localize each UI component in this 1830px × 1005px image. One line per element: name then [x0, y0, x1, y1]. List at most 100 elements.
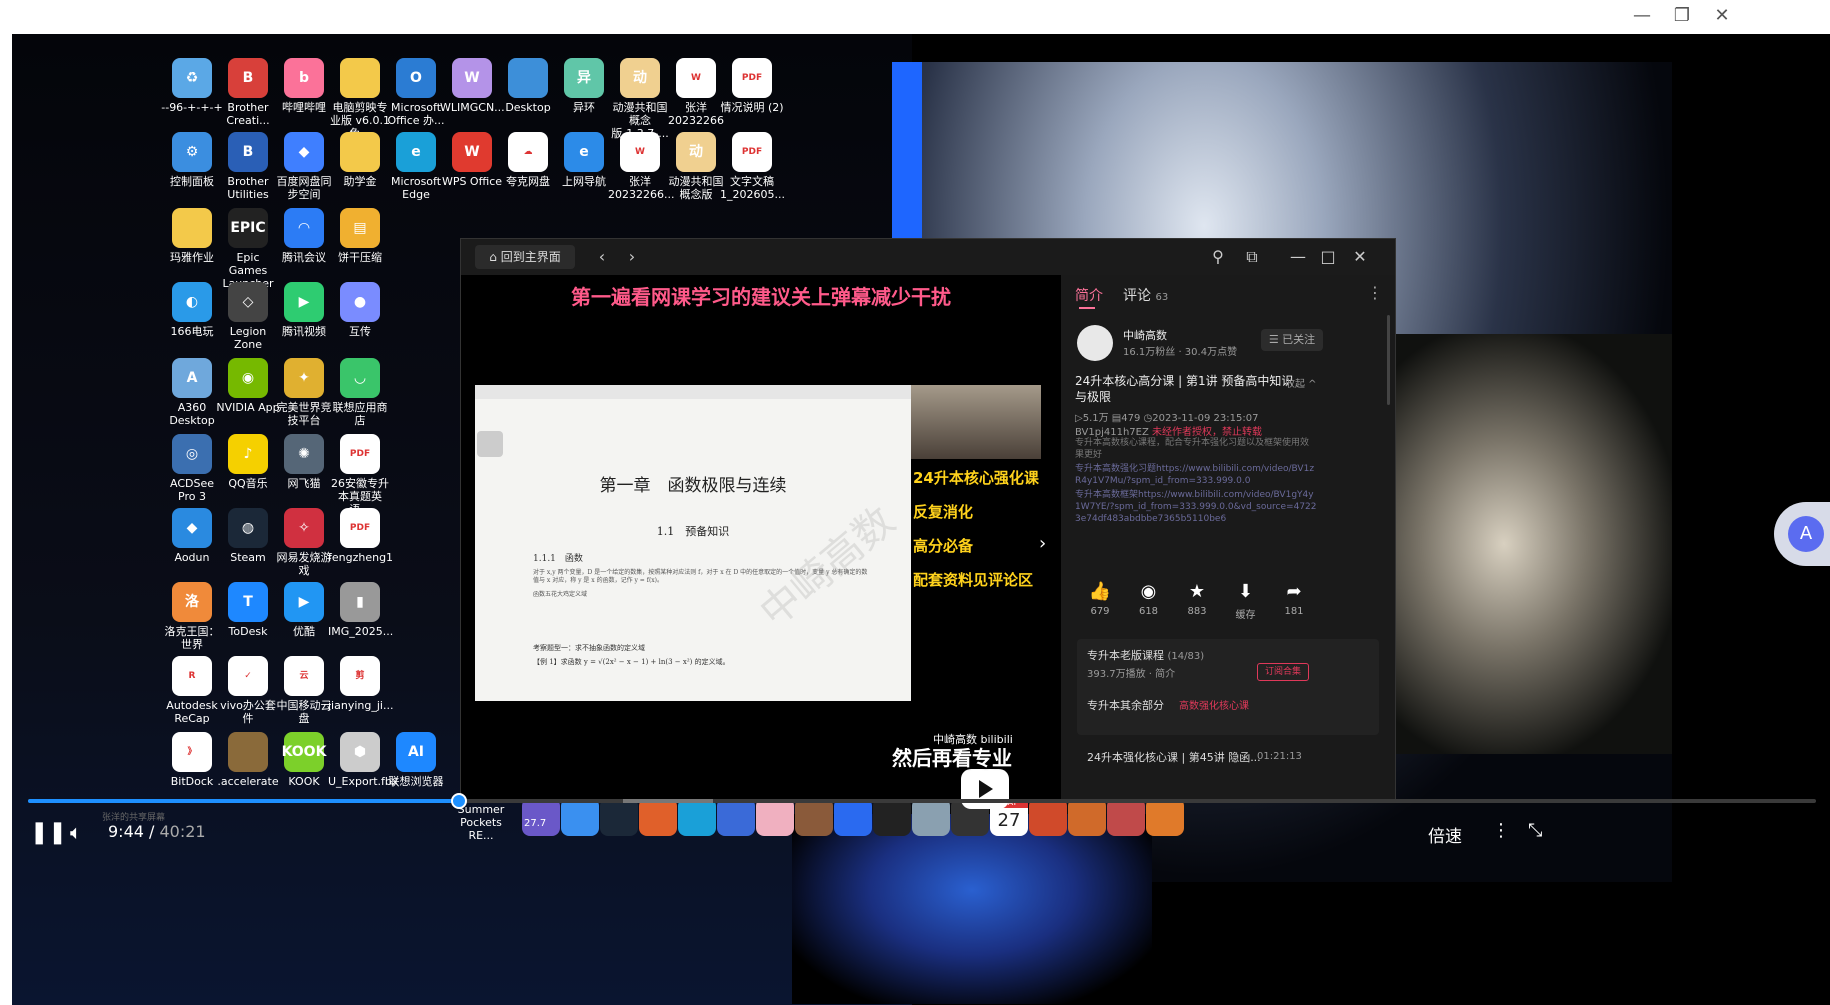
uploader-avatar[interactable]	[1077, 325, 1113, 361]
desktop-icon[interactable]: ◐ 166电玩	[160, 282, 224, 338]
desktop-icon[interactable]: PDF 文字文稿 1_202605...	[720, 132, 785, 201]
minimize-button[interactable]: —	[1622, 2, 1662, 30]
bilibili-window[interactable]: ⌂ 回到主界面 ‹ › ⚲ ⧉ — □ ✕ 第一遍看网课学习的建议关上弹幕减少干…	[460, 238, 1396, 809]
slide-side-button[interactable]	[477, 431, 503, 457]
other-link[interactable]: 高数强化核心课	[1179, 697, 1249, 712]
desktop-icon[interactable]: B Brother Creati...	[216, 58, 280, 127]
desktop-icon[interactable]: 玛雅作业	[160, 208, 224, 264]
follow-button[interactable]: ☰ 已关注	[1261, 329, 1323, 351]
game-warrior-icon[interactable]	[795, 798, 833, 836]
edge-icon[interactable]	[678, 798, 716, 836]
desktop-icon[interactable]: R Autodesk ReCap	[160, 656, 224, 725]
desktop-icon[interactable]: ✧ 网易发烧游戏	[272, 508, 336, 577]
desktop-icon[interactable]: e Microsoft Edge	[384, 132, 448, 201]
cloud-weather-icon[interactable]: 27.7	[522, 798, 560, 836]
forward-icon[interactable]: ›	[619, 245, 645, 269]
panel-scrollbar[interactable]	[1387, 315, 1390, 405]
desktop-icon[interactable]: ⬢ U_Export.fbx	[328, 732, 398, 788]
back-icon[interactable]: ‹	[589, 245, 615, 269]
desktop-icon[interactable]: 助学金	[328, 132, 392, 188]
play-app-icon[interactable]	[561, 798, 599, 836]
desktop-icon[interactable]: .accelerate	[216, 732, 280, 788]
desktop-icon[interactable]: T ToDesk	[216, 582, 280, 638]
more-options-icon[interactable]: ⋮	[1492, 820, 1510, 841]
m-app-icon[interactable]	[834, 798, 872, 836]
desktop-icon[interactable]: ◇ Legion Zone	[216, 282, 280, 351]
desktop-icon[interactable]: ☁ 夸克网盘	[496, 132, 560, 188]
desktop-icon[interactable]: W 张洋 20232266	[664, 58, 728, 127]
desktop-icon[interactable]: ▤ 饼干压缩	[328, 208, 392, 264]
progress-bar[interactable]	[28, 793, 1816, 809]
desktop-icon[interactable]: PDF 情况说明 (2)	[720, 58, 784, 114]
landscape-app-icon[interactable]	[912, 798, 950, 836]
lecture-video[interactable]: 第一遍看网课学习的建议关上弹幕减少干扰 第一章 函数极限与连续 1.1 预备知识…	[461, 275, 1061, 809]
desktop-icon[interactable]: AI 联想浏览器	[384, 732, 448, 788]
desktop-icon[interactable]: O Microsoft Office 办...	[384, 58, 448, 127]
lantern-icon[interactable]	[1068, 798, 1106, 836]
desktop-icon[interactable]: ▮ IMG_2025...	[328, 582, 393, 638]
desktop-icon[interactable]: ◍ Steam	[216, 508, 280, 564]
desktop-icon[interactable]: ▶ 腾讯视频	[272, 282, 336, 338]
desktop-icon[interactable]: ◉ NVIDIA App	[216, 358, 280, 414]
video-play-icon[interactable]	[961, 769, 1009, 809]
more-icon[interactable]: ⋮	[1367, 283, 1383, 302]
desktop-icon[interactable]: KOOK KOOK	[272, 732, 336, 788]
desktop-icon[interactable]: ◡ 联想应用商店	[328, 358, 392, 427]
progress-handle[interactable]	[450, 793, 467, 809]
desktop-icon[interactable]: ◆ Aodun	[160, 508, 224, 564]
desktop-icon[interactable]: 动动漫共和国概念版-1.3.7-...	[608, 58, 672, 140]
desktop-icon[interactable]: ♪ QQ音乐	[216, 434, 280, 490]
desktop-icon[interactable]: PDF26安徽专升本真题英语...	[328, 434, 392, 516]
restore-button[interactable]: ❐	[1662, 2, 1702, 30]
desktop-icon[interactable]: W 张洋 20232266...	[608, 132, 674, 201]
desktop-icon[interactable]: W WLIMGCN...	[440, 58, 505, 114]
rocket-icon[interactable]	[1107, 798, 1145, 836]
desktop-icon[interactable]: A A360 Desktop	[160, 358, 224, 427]
mini-window-icon[interactable]: ⧉	[1239, 245, 1265, 269]
desktop-icon[interactable]: ◎ ACDSee Pro 3	[160, 434, 224, 503]
kodi-icon[interactable]	[717, 798, 755, 836]
volume-icon[interactable]: 🔈︎	[70, 820, 82, 844]
assistant-bubble[interactable]: A	[1774, 502, 1830, 566]
desktop-icon[interactable]: EPICEpic Games Launcher	[216, 208, 280, 290]
description-link-2[interactable]: 专升本高数框架https://www.bilibili.com/video/BV…	[1075, 489, 1319, 525]
series-card[interactable]: 专升本老版课程 (14/83) 393.7万播放 · 简介 订阅合集 专升本其余…	[1077, 639, 1379, 735]
dark-app-icon[interactable]	[873, 798, 911, 836]
desktop-icon[interactable]: 电脑剪映专业版 v6.0.1 免...	[328, 58, 392, 140]
steam-icon[interactable]	[600, 798, 638, 836]
video-player[interactable]: ♻ --96-+-+-+ B Brother Creati... b 哔哩哔哩 电脑剪映专业…	[12, 34, 1830, 1005]
desktop-icon[interactable]: b 哔哩哔哩	[272, 58, 336, 114]
desktop-icon[interactable]: e 上网导航	[552, 132, 616, 188]
bili-maximize-icon[interactable]: □	[1315, 245, 1341, 269]
exit-fullscreen-icon[interactable]: ⤡	[1528, 820, 1542, 841]
desktop-icon[interactable]: ✦ 完美世界竞技平台	[272, 358, 336, 427]
desktop-icon[interactable]: ▶ 优酷	[272, 582, 336, 638]
stat-star[interactable]: ★ 883	[1172, 581, 1222, 617]
desktop-icon[interactable]: ◠ 腾讯会议	[272, 208, 336, 264]
next-episode[interactable]: 24升本强化核心课 | 第45讲 隐函...	[1087, 749, 1261, 765]
desktop-icon[interactable]: 洛洛克王国：世界	[160, 582, 224, 651]
bili-close-icon[interactable]: ✕	[1347, 245, 1373, 269]
tab-comments[interactable]: 评论 63	[1123, 285, 1168, 305]
desktop-icon[interactable]: ● 互传	[328, 282, 392, 338]
desktop-icon[interactable]: ◆ 百度网盘同步空间	[272, 132, 336, 201]
desktop-icon[interactable]: 动动漫共和国概念版	[664, 132, 728, 201]
desktop-icon[interactable]: PDF fengzheng1	[328, 508, 393, 564]
stat-coin[interactable]: ◉ 618	[1124, 581, 1174, 617]
desktop-icon[interactable]: 云中国移动云盘	[272, 656, 336, 725]
next-arrow-icon[interactable]: ›	[1039, 533, 1046, 554]
stat-thumb-up[interactable]: 👍 679	[1075, 581, 1125, 617]
tab-intro[interactable]: 简介	[1075, 285, 1103, 305]
pause-button[interactable]: ❚❚	[30, 820, 67, 845]
desktop-icon[interactable]: B Brother Utilities	[216, 132, 280, 201]
desktop-icon[interactable]: ⚙ 控制面板	[160, 132, 224, 188]
lantern-icon[interactable]	[1146, 798, 1184, 836]
pin-icon[interactable]: ⚲	[1205, 245, 1231, 269]
uploader-name[interactable]: 中崎高数	[1123, 327, 1167, 343]
bili-minimize-icon[interactable]: —	[1285, 245, 1311, 269]
desktop-icon[interactable]: 异异环	[552, 58, 616, 114]
desktop-icon[interactable]: W WPS Office	[440, 132, 504, 188]
description-link-1[interactable]: 专升本高数强化习题https://www.bilibili.com/video/…	[1075, 463, 1319, 487]
desktop-icon[interactable]: Desktop	[496, 58, 560, 114]
stat-share[interactable]: ➦ 181	[1269, 581, 1319, 617]
